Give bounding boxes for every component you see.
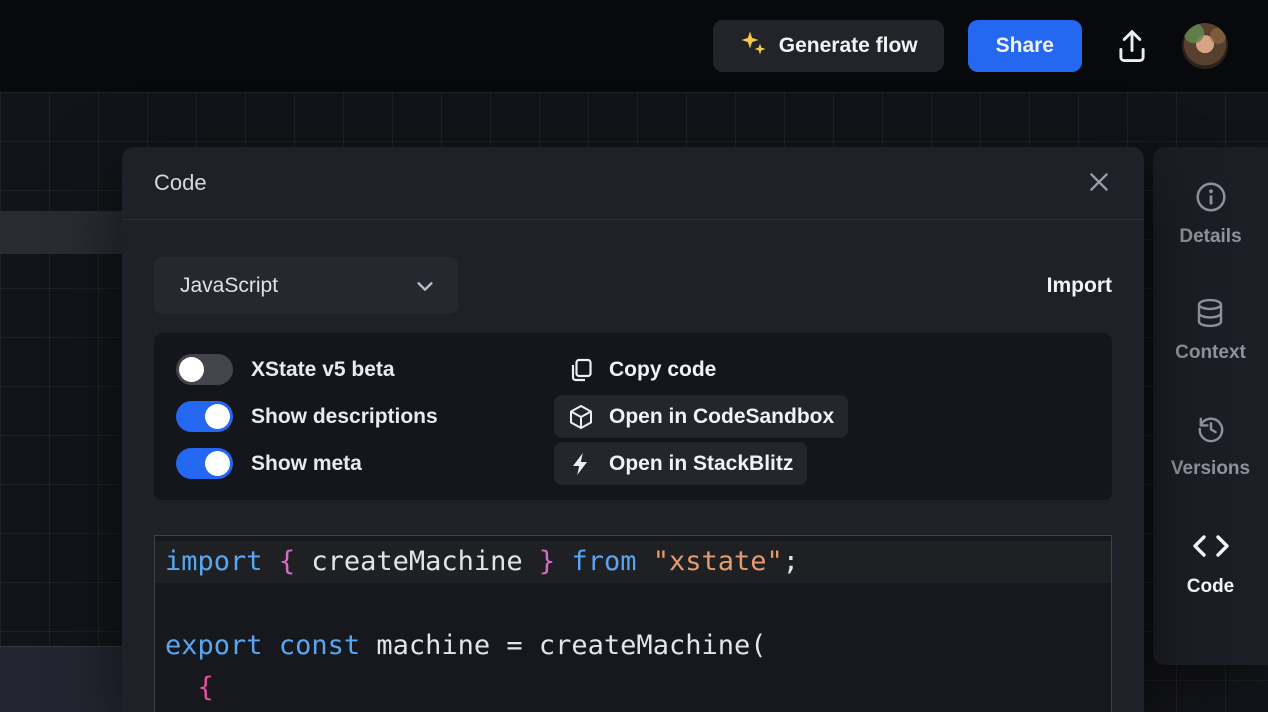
toggle-row-xstate-v5: XState v5 beta (176, 346, 544, 393)
language-row: JavaScript Import (154, 257, 1112, 314)
xstate-v5-toggle[interactable] (176, 354, 233, 385)
code-line: { (155, 667, 1111, 709)
share-button[interactable]: Share (968, 20, 1082, 72)
toggle-row-show-descriptions: Show descriptions (176, 393, 544, 440)
generate-flow-label: Generate flow (779, 34, 918, 58)
panel-label-versions: Versions (1171, 458, 1250, 480)
open-codesandbox-label: Open in CodeSandbox (609, 405, 834, 429)
code-modal-header: Code (122, 147, 1144, 220)
sparkles-icon (739, 29, 767, 63)
history-icon (1194, 412, 1228, 449)
show-descriptions-toggle[interactable] (176, 401, 233, 432)
code-line: export const machine = createMachine( (155, 625, 1111, 667)
code-icon (1190, 528, 1232, 567)
stackblitz-icon (568, 451, 594, 477)
state-node-partial (0, 211, 130, 254)
options-panel: XState v5 beta Show descriptions Show me… (154, 333, 1112, 500)
panel-item-versions[interactable]: Versions (1171, 412, 1250, 480)
toggle-row-show-meta: Show meta (176, 440, 544, 487)
code-editor-content: import { createMachine } from "xstate"; … (155, 541, 1111, 709)
code-modal: Code JavaScript Import (122, 147, 1144, 712)
generate-flow-button[interactable]: Generate flow (713, 20, 944, 72)
share-label: Share (996, 34, 1054, 58)
codesandbox-icon (568, 404, 594, 430)
toggle-knob (205, 451, 230, 476)
code-line (155, 583, 1111, 625)
toggles-column: XState v5 beta Show descriptions Show me… (176, 346, 544, 487)
panel-label-context: Context (1175, 342, 1246, 364)
close-button[interactable] (1086, 169, 1112, 198)
right-tools-panel: Details Context Versions C (1153, 147, 1268, 665)
open-stackblitz-button[interactable]: Open in StackBlitz (554, 442, 807, 485)
import-button[interactable]: Import (1047, 274, 1112, 298)
toggle-knob (205, 404, 230, 429)
bottom-left-panel (0, 646, 130, 712)
upload-icon (1112, 25, 1152, 68)
topbar: Generate flow Share (0, 0, 1268, 92)
show-meta-label: Show meta (251, 452, 362, 476)
open-codesandbox-button[interactable]: Open in CodeSandbox (554, 395, 848, 438)
code-line: import { createMachine } from "xstate"; (155, 541, 1111, 583)
panel-item-details[interactable]: Details (1179, 180, 1241, 248)
xstate-v5-label: XState v5 beta (251, 358, 395, 382)
copy-icon (568, 357, 594, 383)
panel-item-code[interactable]: Code (1187, 528, 1235, 598)
avatar[interactable] (1182, 23, 1228, 69)
close-icon (1086, 169, 1112, 198)
language-select-value: JavaScript (180, 274, 278, 298)
panel-item-context[interactable]: Context (1175, 296, 1246, 364)
modal-title: Code (154, 170, 207, 196)
panel-label-details: Details (1179, 226, 1241, 248)
chevron-down-icon (414, 275, 436, 297)
code-editor[interactable]: import { createMachine } from "xstate"; … (154, 535, 1112, 712)
language-select[interactable]: JavaScript (154, 257, 458, 314)
open-stackblitz-label: Open in StackBlitz (609, 452, 793, 476)
info-icon (1194, 180, 1228, 217)
show-meta-toggle[interactable] (176, 448, 233, 479)
copy-code-button[interactable]: Copy code (554, 348, 730, 391)
upload-button[interactable] (1112, 25, 1152, 68)
panel-label-code: Code (1187, 576, 1235, 598)
actions-column: Copy code Open in CodeSandbox (554, 346, 1090, 487)
code-modal-body: JavaScript Import XState v5 beta Show de… (122, 220, 1144, 712)
toggle-knob (179, 357, 204, 382)
copy-code-label: Copy code (609, 358, 716, 382)
show-descriptions-label: Show descriptions (251, 405, 438, 429)
database-icon (1193, 296, 1227, 333)
